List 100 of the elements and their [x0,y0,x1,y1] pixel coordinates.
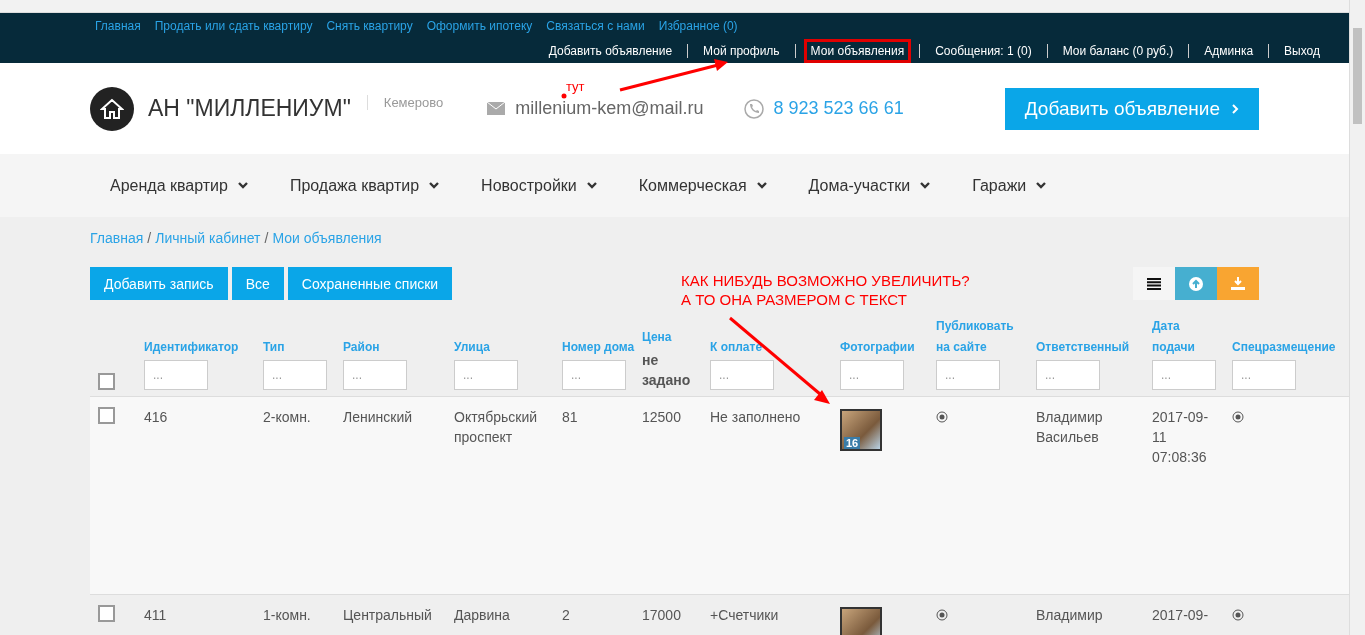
table-cell-text: 1-комн. [263,606,312,625]
filter-input[interactable]: ... [840,360,904,390]
envelope-icon [487,102,506,115]
add-listing-button[interactable]: Добавить объявление [1004,87,1259,130]
column-header[interactable]: Идентификатор [144,337,263,358]
photo-count: 16 [844,437,861,449]
table-cell-text: Не заполнено [710,408,802,427]
list-icon [1147,277,1161,290]
column-header[interactable]: Район [343,337,454,358]
table-cell-text: 2017-09-11 07:08:36 [1152,408,1210,467]
table-cell-text: 416 [144,408,169,427]
nav-item[interactable]: Новостройки [481,176,597,195]
row-checkbox[interactable] [98,407,115,424]
column-header[interactable]: Номер дома [562,337,642,358]
table-cell-text: 411 [144,606,168,625]
action-button[interactable]: Все [231,267,284,300]
breadcrumb-separator: / [264,230,269,246]
select-all-checkbox[interactable] [98,373,115,390]
phone-icon [743,98,764,119]
chevron-down-icon [429,182,440,189]
scrollbar-thumb[interactable] [1353,28,1362,124]
house-logo-icon[interactable] [90,86,134,131]
user-menu-link[interactable]: Выход [1277,39,1327,63]
chevron-right-icon [1232,103,1239,114]
column-header[interactable]: Улица [454,337,562,358]
radio-icon [1232,411,1244,423]
row-checkbox[interactable] [98,605,115,622]
table-cell-text: 2-комн. [263,408,312,427]
annotation-text: КАК НИБУДЬ ВОЗМОЖНО УВЕЛИЧИТЬ? [681,271,970,290]
table-cell-text: 2 [562,606,571,625]
chevron-down-icon [756,182,767,189]
nav-item[interactable]: Дома-участки [808,176,931,195]
top-link[interactable]: Главная [95,19,141,33]
filter-input[interactable]: ... [1232,360,1296,390]
table-cell-text: 12500 [642,408,682,427]
table-cell-text: Владимир [1036,606,1104,625]
filter-input[interactable]: ... [710,360,774,390]
chevron-down-icon [586,182,597,189]
top-link[interactable]: Оформить ипотеку [426,19,533,33]
filter-input[interactable]: ... [936,360,1000,390]
radio-icon [936,411,948,423]
user-menu-link[interactable]: Добавить объявление [541,39,680,63]
download-icon [1231,277,1245,290]
filter-input[interactable]: ... [1036,360,1100,390]
filter-input[interactable]: ... [263,360,327,390]
city-label: Кемерово [366,95,444,110]
table-cell-text: 2017-09- [1152,606,1210,625]
nav-item[interactable]: Коммерческая [638,176,767,195]
photo-thumbnail[interactable]: 16 [840,409,882,451]
annotation-text: тут [566,78,585,95]
filter-input[interactable]: ... [343,360,407,390]
breadcrumb-link[interactable]: Личный кабинет [155,230,261,246]
nav-item[interactable]: Гаражи [972,176,1047,195]
column-header[interactable]: Фотографии [840,337,936,358]
price-not-set-text: не задано [642,351,692,390]
table-cell-text: 81 [562,408,579,427]
column-header[interactable]: Публиковать на сайте [936,316,1020,358]
email-text: millenium-kem@mail.ru [515,98,704,119]
top-link[interactable]: Продать или сдать квартиру [154,19,313,33]
brand-name[interactable]: АН "МИЛЛЕНИУМ" [148,95,351,122]
list-view-button[interactable] [1133,267,1175,300]
breadcrumb-link[interactable]: Мои объявления [272,230,382,246]
chevron-down-icon [237,182,248,189]
chevron-down-icon [920,182,931,189]
table-cell-text: Ленинский [343,408,414,427]
user-menu-link[interactable]: Мои баланс (0 руб.) [1055,39,1181,63]
user-menu-link[interactable]: Админка [1197,39,1261,63]
radio-icon [936,609,948,621]
top-link[interactable]: Связаться с нами [546,19,645,33]
column-header[interactable]: Тип [263,337,343,358]
top-link[interactable]: Избранное (0) [658,19,738,33]
filter-input[interactable]: ... [1152,360,1216,390]
breadcrumb-link[interactable]: Главная [90,230,144,246]
radio-icon [1232,609,1244,621]
table-cell-text: Владимир Васильев [1036,408,1104,447]
breadcrumb-separator: / [147,230,152,246]
user-menu-link[interactable]: Мои объявления [803,39,912,63]
upload-icon [1189,276,1203,291]
user-menu-link[interactable]: Сообщения: 1 (0) [928,39,1039,63]
filter-input[interactable]: ... [144,360,208,390]
column-header[interactable]: Спецразмещение [1232,337,1349,358]
column-header[interactable]: Цена [642,327,710,348]
column-header[interactable]: Ответственный [1036,337,1152,358]
download-button[interactable] [1217,267,1259,300]
top-link[interactable]: Снять квартиру [326,19,413,33]
nav-item[interactable]: Аренда квартир [110,176,248,195]
column-header[interactable]: Дата подачи [1152,316,1218,358]
nav-item[interactable]: Продажа квартир [289,176,440,195]
table-cell-text: 17000 [642,606,682,625]
annotation-text: А ТО ОНА РАЗМЕРОМ С ТЕКСТ [681,290,907,309]
filter-input[interactable]: ... [454,360,518,390]
table-cell-text: +Счетчики [710,606,780,625]
action-button[interactable]: Сохраненные списки [287,267,453,300]
table-cell-text: Октябрьский проспект [454,408,539,447]
column-header[interactable]: К оплате [710,337,840,358]
filter-input[interactable]: ... [562,360,626,390]
phone-number[interactable]: 8 923 523 66 61 [773,98,904,119]
user-menu-link[interactable]: Мой профиль [696,39,787,63]
action-button[interactable]: Добавить запись [90,267,228,300]
chevron-down-icon [1036,182,1047,189]
